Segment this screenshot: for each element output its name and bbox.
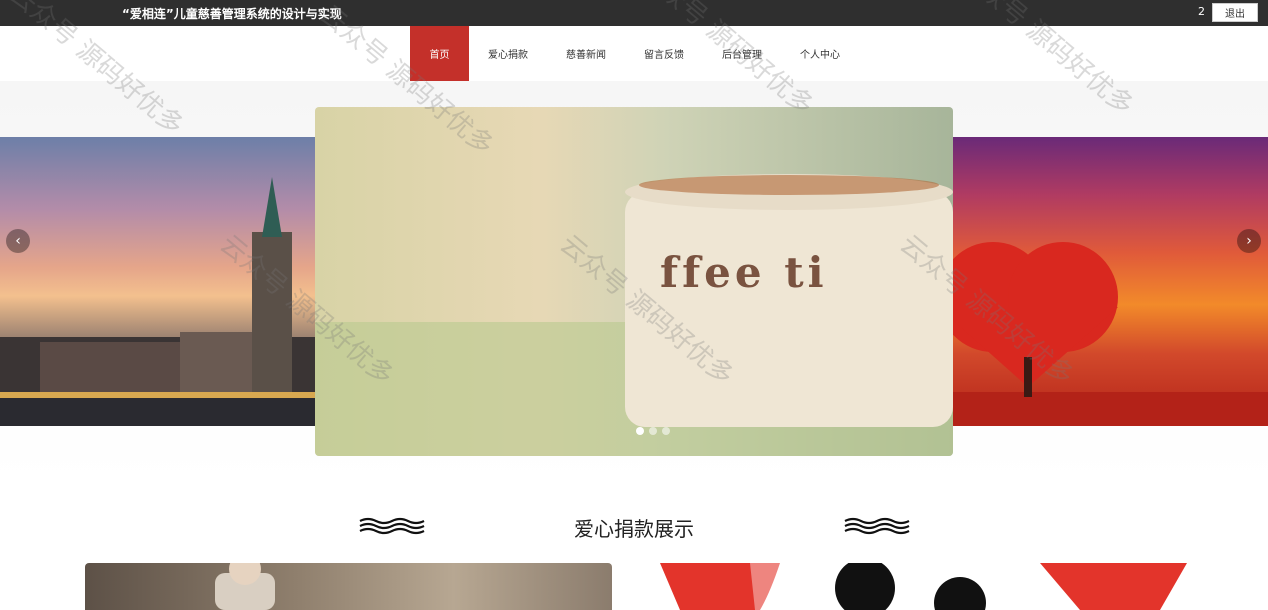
chevron-left-icon: ‹	[15, 233, 21, 249]
carousel-slide-next[interactable]	[953, 137, 1268, 426]
child-photo-image	[215, 563, 275, 610]
carousel-indicators	[636, 427, 670, 435]
panda-illustration-image	[660, 563, 1187, 610]
carousel-dot[interactable]	[662, 427, 670, 435]
image-carousel: ffee ti ‹ ›	[0, 81, 1268, 481]
city-church-image	[0, 177, 315, 426]
top-bar: “爱相连”儿童慈善管理系统的设计与实现 2 退出	[0, 0, 1268, 26]
chevron-right-icon: ›	[1246, 233, 1252, 249]
main-nav: 首页 爱心捐款 慈善新闻 留言反馈 后台管理 个人中心	[0, 26, 1268, 81]
wave-decoration-icon	[844, 517, 910, 535]
nav-item-admin[interactable]: 后台管理	[703, 26, 781, 81]
nav-item-feedback[interactable]: 留言反馈	[625, 26, 703, 81]
nav-item-profile[interactable]: 个人中心	[781, 26, 859, 81]
logout-button[interactable]: 退出	[1212, 3, 1258, 22]
nav-item-news[interactable]: 慈善新闻	[547, 26, 625, 81]
nav-item-donation[interactable]: 爱心捐款	[469, 26, 547, 81]
carousel-prev-button[interactable]: ‹	[6, 229, 30, 253]
carousel-dot[interactable]	[649, 427, 657, 435]
donation-card[interactable]	[85, 563, 612, 610]
coffee-cup-image: ffee ti	[315, 174, 953, 456]
cup-text: ffee ti	[660, 248, 828, 297]
section-title: 爱心捐款展示	[574, 517, 694, 541]
user-indicator: 2	[1198, 5, 1205, 18]
carousel-slide-active[interactable]: ffee ti	[315, 107, 953, 456]
carousel-slide-prev[interactable]	[0, 137, 315, 426]
carousel-next-button[interactable]: ›	[1237, 229, 1261, 253]
donation-card[interactable]	[660, 563, 1187, 610]
heart-tree-image	[953, 242, 1268, 426]
carousel-dot[interactable]	[636, 427, 644, 435]
nav-item-home[interactable]: 首页	[410, 26, 469, 81]
app-title: “爱相连”儿童慈善管理系统的设计与实现	[122, 7, 342, 21]
